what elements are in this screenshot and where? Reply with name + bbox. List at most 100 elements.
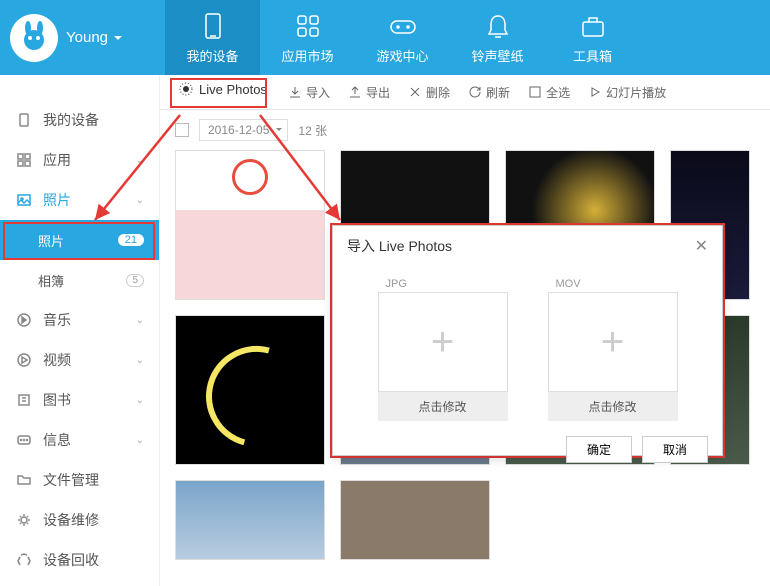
- sidebar-label: 照片: [38, 231, 64, 250]
- mov-upload-box: MOV + 点击修改: [548, 276, 678, 421]
- app-logo-icon: [10, 14, 58, 62]
- dialog-title: 导入 Live Photos: [347, 236, 452, 256]
- photo-thumbnail[interactable]: [175, 480, 325, 560]
- nav-ringtone[interactable]: 铃声壁纸: [450, 0, 545, 75]
- select-all-checkbox[interactable]: [175, 123, 189, 137]
- close-icon[interactable]: ✕: [695, 236, 708, 256]
- import-icon: [288, 85, 302, 99]
- sidebar-photos[interactable]: 照片 ⌄: [0, 180, 159, 220]
- sidebar-label: 我的设备: [43, 110, 99, 130]
- chevron-down-icon: ⌄: [136, 435, 144, 446]
- play-icon: [588, 85, 602, 99]
- sidebar-label: 应用: [43, 150, 71, 170]
- jpg-upload-box: JPG + 点击修改: [378, 276, 508, 421]
- sidebar-label: 设备维修: [43, 510, 99, 530]
- mov-modify-button[interactable]: 点击修改: [548, 392, 678, 421]
- sidebar-label: 设备回收: [43, 550, 99, 570]
- music-icon: [15, 311, 33, 329]
- sidebar-messages[interactable]: 信息 ⌄: [0, 420, 159, 460]
- checkbox-icon: [528, 85, 542, 99]
- photo-thumbnail[interactable]: [340, 480, 490, 560]
- username-dropdown[interactable]: Young: [66, 29, 122, 46]
- top-bar: Young 我的设备 应用市场 游戏中心 铃声壁纸 工具箱: [0, 0, 770, 75]
- badge-count: 21: [118, 234, 144, 246]
- select-all-button[interactable]: 全选: [528, 84, 570, 101]
- sidebar-label: 照片: [43, 190, 71, 210]
- photo-thumbnail[interactable]: [175, 150, 325, 300]
- jpg-modify-button[interactable]: 点击修改: [378, 392, 508, 421]
- photo-thumbnail[interactable]: [175, 315, 325, 465]
- top-nav: 我的设备 应用市场 游戏中心 铃声壁纸 工具箱: [165, 0, 770, 75]
- toolbar-label: Live Photos: [199, 82, 267, 97]
- sidebar-my-device[interactable]: 我的设备: [0, 100, 159, 140]
- live-photos-icon: [178, 81, 194, 97]
- live-photos-button[interactable]: Live Photos: [170, 77, 275, 101]
- sidebar: 我的设备 应用 ⌄ 照片 ⌄ 照片 21 相簿 5 音乐 ⌄ 视频 ⌄ 图书 ⌄…: [0, 75, 160, 586]
- book-icon: [15, 391, 33, 409]
- sidebar-label: 文件管理: [43, 470, 99, 490]
- cancel-button[interactable]: 取消: [642, 436, 708, 463]
- recycle-icon: [15, 551, 33, 569]
- nav-label: 我的设备: [186, 46, 238, 65]
- apps-icon: [15, 151, 33, 169]
- nav-game-center[interactable]: 游戏中心: [355, 0, 450, 75]
- folder-icon: [15, 471, 33, 489]
- sidebar-label: 信息: [43, 430, 71, 450]
- photo-icon: [15, 191, 33, 209]
- chevron-down-icon: ⌄: [136, 395, 144, 406]
- nav-my-device[interactable]: 我的设备: [165, 0, 260, 75]
- refresh-button[interactable]: 刷新: [468, 84, 510, 101]
- apps-icon: [292, 10, 324, 42]
- nav-toolbox[interactable]: 工具箱: [545, 0, 640, 75]
- jpg-upload-area[interactable]: +: [378, 292, 508, 392]
- sidebar-label: 图书: [43, 390, 71, 410]
- sidebar-label: 视频: [43, 350, 71, 370]
- nav-label: 工具箱: [573, 46, 612, 65]
- nav-label: 铃声壁纸: [471, 46, 523, 65]
- refresh-icon: [468, 85, 482, 99]
- sidebar-apps[interactable]: 应用 ⌄: [0, 140, 159, 180]
- toolbar-label: 全选: [546, 84, 570, 101]
- slideshow-button[interactable]: 幻灯片播放: [588, 84, 666, 101]
- message-icon: [15, 431, 33, 449]
- video-icon: [15, 351, 33, 369]
- logo-area: Young: [0, 0, 165, 75]
- chevron-down-icon: ⌄: [136, 155, 144, 166]
- toolbar-label: 删除: [426, 84, 450, 101]
- sidebar-video[interactable]: 视频 ⌄: [0, 340, 159, 380]
- gamepad-icon: [387, 10, 419, 42]
- sidebar-books[interactable]: 图书 ⌄: [0, 380, 159, 420]
- bell-icon: [482, 10, 514, 42]
- sidebar-files[interactable]: 文件管理: [0, 460, 159, 500]
- toolbox-icon: [577, 10, 609, 42]
- delete-button[interactable]: 删除: [408, 84, 450, 101]
- nav-app-market[interactable]: 应用市场: [260, 0, 355, 75]
- ok-button[interactable]: 确定: [566, 436, 632, 463]
- album-count: 5: [126, 274, 144, 287]
- upload-label: MOV: [548, 276, 678, 292]
- sidebar-label: 相簿: [38, 271, 64, 290]
- upload-label: JPG: [378, 276, 508, 292]
- export-icon: [348, 85, 362, 99]
- toolbar-label: 导入: [306, 84, 330, 101]
- nav-label: 应用市场: [281, 46, 333, 65]
- sidebar-albums[interactable]: 相簿 5: [0, 260, 159, 300]
- sidebar-recycle[interactable]: 设备回收: [0, 540, 159, 580]
- toolbar-label: 导出: [366, 84, 390, 101]
- toolbar-label: 幻灯片播放: [606, 84, 666, 101]
- mov-upload-area[interactable]: +: [548, 292, 678, 392]
- sidebar-repair[interactable]: 设备维修: [0, 500, 159, 540]
- device-icon: [15, 111, 33, 129]
- date-dropdown[interactable]: 2016-12-05: [199, 119, 288, 141]
- phone-icon: [197, 10, 229, 42]
- sidebar-label: 音乐: [43, 310, 71, 330]
- toolbar-label: 刷新: [486, 84, 510, 101]
- nav-label: 游戏中心: [376, 46, 428, 65]
- sidebar-photos-sub[interactable]: 照片 21: [0, 220, 159, 260]
- gear-icon: [15, 511, 33, 529]
- chevron-down-icon: ⌄: [136, 355, 144, 366]
- import-button[interactable]: 导入: [288, 84, 330, 101]
- export-button[interactable]: 导出: [348, 84, 390, 101]
- photo-count: 12 张: [298, 122, 327, 139]
- sidebar-music[interactable]: 音乐 ⌄: [0, 300, 159, 340]
